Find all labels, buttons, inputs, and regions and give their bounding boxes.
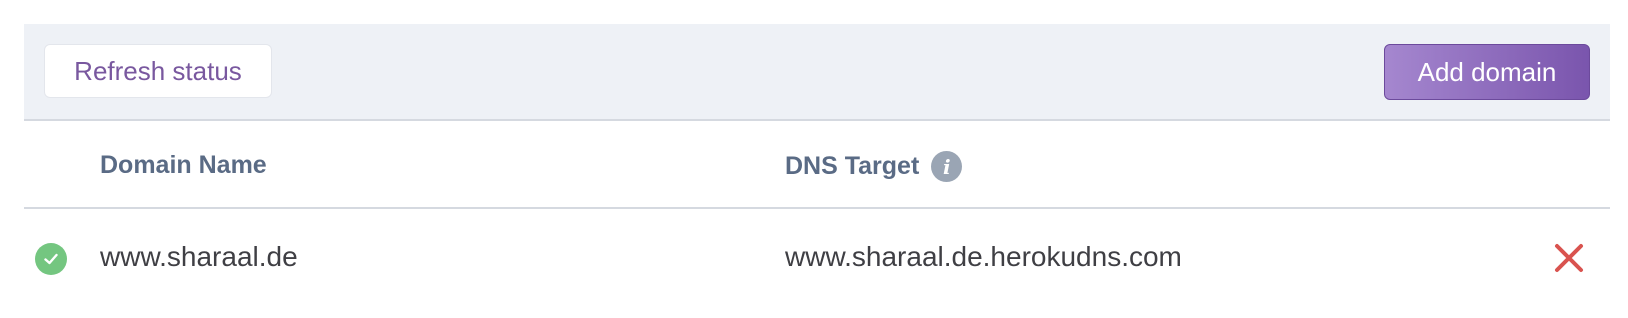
domain-name-cell: www.sharaal.de (100, 241, 298, 272)
check-circle-icon (35, 243, 67, 275)
domains-panel: Refresh status Add domain Domain Name DN… (24, 24, 1610, 309)
check-mark-icon (44, 253, 58, 265)
dns-target-column-header: DNS Target i (785, 151, 963, 182)
dns-target-label: DNS Target (785, 152, 920, 180)
info-icon[interactable]: i (931, 151, 963, 182)
close-icon[interactable] (1552, 241, 1586, 275)
domain-name-column-header: Domain Name (100, 151, 267, 179)
add-domain-button[interactable]: Add domain (1384, 44, 1590, 100)
table-header: Domain Name DNS Target i (24, 121, 1610, 209)
domains-toolbar: Refresh status Add domain (24, 24, 1610, 121)
refresh-status-button[interactable]: Refresh status (44, 44, 272, 98)
table-row: www.sharaal.de www.sharaal.de.herokudns.… (24, 209, 1610, 309)
dns-target-cell: www.sharaal.de.herokudns.com (785, 241, 1182, 272)
